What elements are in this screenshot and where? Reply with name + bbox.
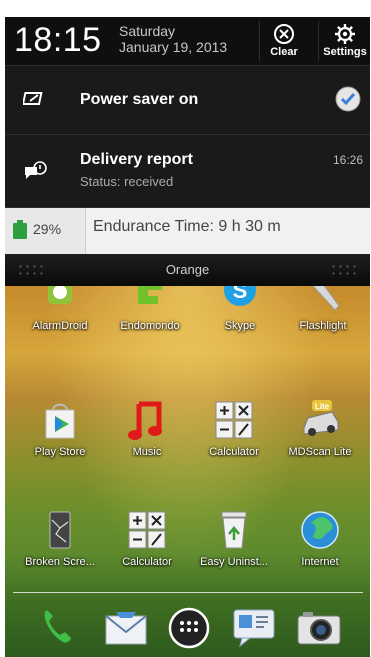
recycle-bin-icon — [212, 508, 256, 552]
app-label: Music — [132, 446, 162, 458]
app-label: Calculator — [209, 446, 259, 458]
broken-screen-icon — [38, 508, 82, 552]
mail-icon[interactable] — [102, 604, 150, 652]
camera-icon[interactable] — [295, 604, 343, 652]
power-saver-icon — [23, 92, 43, 105]
date-label: January 19, 2013 — [119, 39, 228, 55]
android-alarm-icon — [38, 286, 82, 316]
endomondo-icon — [128, 286, 172, 316]
notification-subtitle: Status: received — [80, 174, 174, 189]
app-label: Skype — [224, 320, 256, 332]
notification-title: Power saver on — [80, 91, 199, 108]
app-drawer-icon[interactable] — [165, 604, 213, 652]
notification-time: 16:26 — [332, 153, 363, 167]
calculator-icon — [125, 508, 169, 552]
day-label: Saturday — [119, 23, 176, 39]
app-label: Flashlight — [299, 320, 347, 332]
app-alarmdroid[interactable]: AlarmDroid — [15, 286, 105, 332]
settings-label: Settings — [323, 46, 367, 58]
app-easy-uninstaller[interactable]: Easy Uninst... — [189, 508, 279, 568]
home-screen: AlarmDroid Endomondo S Skype Flashlight — [5, 286, 370, 657]
drag-handle-right[interactable] — [330, 263, 358, 277]
app-calculator[interactable]: Calculator — [189, 398, 279, 458]
dock — [5, 604, 370, 654]
endurance-time: Endurance Time: 9 h 30 m — [93, 218, 281, 235]
svg-text:Lite: Lite — [315, 402, 330, 411]
calculator-icon — [212, 398, 256, 442]
battery-percent: 29% — [33, 221, 62, 237]
app-broken-screen[interactable]: Broken Scre... — [15, 508, 105, 568]
battery-widget[interactable]: 29% Endurance Time: 9 h 30 m — [5, 208, 370, 254]
checkbox-checked-icon[interactable] — [334, 85, 362, 113]
phone-screen: 18:15 Saturday January 19, 2013 Clear Se… — [5, 17, 370, 657]
gear-icon — [335, 24, 355, 44]
app-label: Internet — [301, 556, 339, 568]
music-note-icon — [125, 398, 169, 442]
phone-icon[interactable] — [33, 604, 81, 652]
app-internet[interactable]: Internet — [275, 508, 365, 568]
clear-label: Clear — [270, 46, 298, 58]
app-label: Calculator — [122, 556, 172, 568]
notification-power-saver[interactable]: Power saver on — [5, 66, 370, 135]
app-label: AlarmDroid — [32, 320, 88, 332]
notification-header: 18:15 Saturday January 19, 2013 Clear Se… — [5, 17, 370, 66]
battery-panel: 29% — [5, 208, 86, 254]
notification-title: Delivery report — [80, 151, 193, 168]
app-label: Play Store — [34, 446, 86, 458]
svg-text:S: S — [233, 286, 248, 303]
message-alert-icon — [25, 161, 47, 179]
notification-delivery-report[interactable]: Delivery report Status: received 16:26 — [5, 135, 370, 208]
carrier-bar[interactable]: Orange — [5, 254, 370, 287]
clear-button[interactable]: Clear — [259, 21, 308, 61]
app-label: Broken Scre... — [25, 556, 95, 568]
carrier-name: Orange — [165, 262, 210, 277]
app-skype[interactable]: S Skype — [195, 286, 285, 332]
clock: 18:15 — [14, 21, 102, 59]
app-label: MDScan Lite — [288, 446, 352, 458]
messages-icon[interactable] — [230, 604, 278, 652]
settings-button[interactable]: Settings — [318, 21, 370, 61]
app-calculator-2[interactable]: Calculator — [102, 508, 192, 568]
date-block: Saturday January 19, 2013 — [119, 23, 227, 55]
skype-icon: S — [218, 286, 262, 316]
app-label: Endomondo — [120, 320, 180, 332]
app-play-store[interactable]: Play Store — [15, 398, 105, 458]
flashlight-icon — [301, 286, 345, 316]
battery-icon — [13, 220, 27, 239]
app-music[interactable]: Music — [102, 398, 192, 458]
car-scan-icon: Lite — [298, 398, 342, 442]
app-flashlight[interactable]: Flashlight — [278, 286, 368, 332]
clear-icon — [274, 24, 294, 44]
app-mdscan-lite[interactable]: Lite MDScan Lite — [275, 398, 365, 458]
globe-icon — [298, 508, 342, 552]
app-endomondo[interactable]: Endomondo — [105, 286, 195, 332]
dock-divider — [13, 592, 363, 593]
play-store-icon — [38, 398, 82, 442]
app-label: Easy Uninst... — [200, 556, 268, 568]
